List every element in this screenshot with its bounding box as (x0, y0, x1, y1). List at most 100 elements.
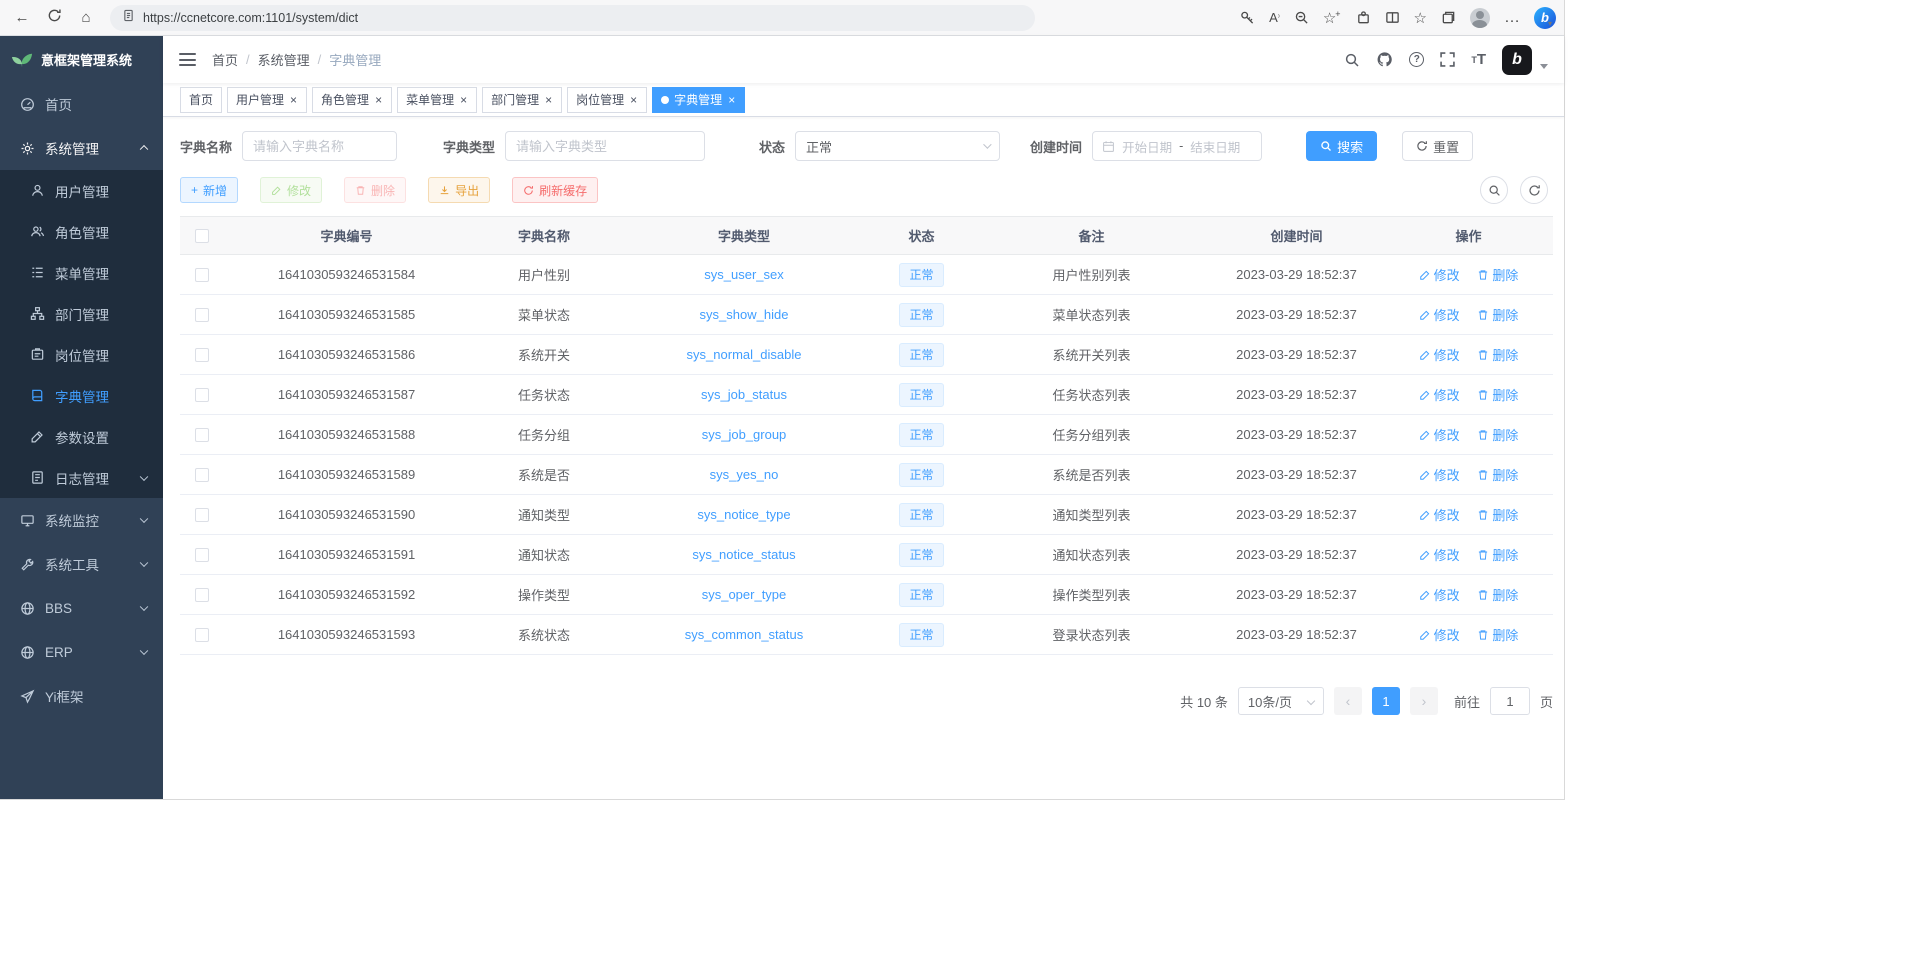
sidebar-item-system[interactable]: 系统管理 (0, 126, 163, 170)
close-icon[interactable]: × (629, 94, 638, 106)
help-icon[interactable]: ? (1409, 52, 1424, 67)
dict-type-input[interactable] (505, 131, 705, 161)
close-icon[interactable]: × (727, 94, 736, 106)
tab[interactable]: 角色管理 × (312, 87, 392, 113)
row-edit-button[interactable]: 修改 (1419, 465, 1460, 484)
date-range-picker[interactable]: 开始日期 - 结束日期 (1092, 131, 1262, 161)
refresh-cache-button[interactable]: 刷新缓存 (512, 177, 598, 203)
sidebar-item-bbs[interactable]: BBS (0, 586, 163, 630)
sidebar-item-post[interactable]: 岗位管理 (0, 334, 163, 375)
tab[interactable]: 首页 (180, 87, 222, 113)
row-checkbox[interactable] (195, 508, 209, 522)
dict-type-link[interactable]: sys_job_group (702, 427, 787, 442)
row-checkbox[interactable] (195, 308, 209, 322)
collections-icon[interactable] (1441, 10, 1456, 25)
dict-type-link[interactable]: sys_yes_no (710, 467, 779, 482)
row-delete-button[interactable]: 删除 (1477, 505, 1518, 524)
page-1-button[interactable]: 1 (1372, 687, 1400, 715)
github-icon[interactable] (1376, 51, 1393, 68)
row-edit-button[interactable]: 修改 (1419, 625, 1460, 644)
row-delete-button[interactable]: 删除 (1477, 585, 1518, 604)
row-checkbox[interactable] (195, 268, 209, 282)
sidebar-item-param[interactable]: 参数设置 (0, 416, 163, 457)
row-edit-button[interactable]: 修改 (1419, 345, 1460, 364)
favorites-icon[interactable]: ☆ (1414, 9, 1427, 27)
row-checkbox[interactable] (195, 548, 209, 562)
read-aloud-icon[interactable]: A⁾ (1269, 10, 1280, 25)
sidebar-item-log[interactable]: 日志管理 (0, 457, 163, 498)
sidebar-item-home[interactable]: 首页 (0, 82, 163, 126)
row-delete-button[interactable]: 删除 (1477, 345, 1518, 364)
zoom-out-icon[interactable] (1294, 10, 1309, 25)
tab[interactable]: 岗位管理 × (567, 87, 647, 113)
dict-type-link[interactable]: sys_notice_status (692, 547, 795, 562)
fullscreen-icon[interactable] (1440, 52, 1455, 67)
row-checkbox[interactable] (195, 428, 209, 442)
back-button[interactable]: ← (8, 5, 36, 31)
sidebar-item-dict[interactable]: 字典管理 (0, 375, 163, 416)
app-logo[interactable]: 意框架管理系统 (0, 36, 163, 82)
toggle-search-button[interactable] (1480, 176, 1508, 204)
next-page-button[interactable]: › (1410, 687, 1438, 715)
row-edit-button[interactable]: 修改 (1419, 545, 1460, 564)
hamburger-icon[interactable] (179, 53, 196, 66)
page-size-select[interactable]: 10条/页 (1238, 687, 1324, 715)
row-delete-button[interactable]: 删除 (1477, 385, 1518, 404)
close-icon[interactable]: × (374, 94, 383, 106)
dict-type-link[interactable]: sys_show_hide (700, 307, 789, 322)
refresh-table-button[interactable] (1520, 176, 1548, 204)
split-screen-icon[interactable] (1385, 10, 1400, 25)
row-checkbox[interactable] (195, 628, 209, 642)
profile-avatar[interactable] (1470, 8, 1490, 28)
row-edit-button[interactable]: 修改 (1419, 585, 1460, 604)
caret-down-icon[interactable] (1540, 64, 1548, 69)
dict-name-input[interactable] (242, 131, 397, 161)
select-all-checkbox[interactable] (195, 229, 209, 243)
dict-type-link[interactable]: sys_oper_type (702, 587, 787, 602)
row-checkbox[interactable] (195, 388, 209, 402)
reset-button[interactable]: 重置 (1402, 131, 1473, 161)
tab[interactable]: 部门管理 × (482, 87, 562, 113)
favorites-add-icon[interactable]: ☆+ (1323, 9, 1342, 27)
sidebar-item-user[interactable]: 用户管理 (0, 170, 163, 211)
sidebar-item-tools[interactable]: 系统工具 (0, 542, 163, 586)
sidebar-item-role[interactable]: 角色管理 (0, 211, 163, 252)
prev-page-button[interactable]: ‹ (1334, 687, 1362, 715)
row-checkbox[interactable] (195, 468, 209, 482)
sidebar-item-monitor[interactable]: 系统监控 (0, 498, 163, 542)
delete-button[interactable]: 删除 (344, 177, 406, 203)
sidebar-item-menu[interactable]: 菜单管理 (0, 252, 163, 293)
bing-copilot-icon[interactable]: b▾ (1534, 7, 1552, 29)
user-avatar[interactable]: b (1502, 45, 1532, 75)
close-icon[interactable]: × (459, 94, 468, 106)
breadcrumb-system[interactable]: 系统管理 (258, 50, 310, 69)
search-button[interactable]: 搜索 (1306, 131, 1377, 161)
row-edit-button[interactable]: 修改 (1419, 305, 1460, 324)
add-button[interactable]: + 新增 (180, 177, 238, 203)
dict-type-link[interactable]: sys_job_status (701, 387, 787, 402)
home-button[interactable]: ⌂ (72, 5, 100, 31)
dict-type-link[interactable]: sys_notice_type (697, 507, 790, 522)
tab[interactable]: 字典管理 × (652, 87, 745, 113)
close-icon[interactable]: × (289, 94, 298, 106)
row-checkbox[interactable] (195, 588, 209, 602)
row-delete-button[interactable]: 删除 (1477, 265, 1518, 284)
row-edit-button[interactable]: 修改 (1419, 505, 1460, 524)
refresh-button[interactable] (40, 5, 68, 31)
row-edit-button[interactable]: 修改 (1419, 425, 1460, 444)
status-select[interactable]: 正常 (795, 131, 1000, 161)
row-delete-button[interactable]: 删除 (1477, 305, 1518, 324)
dict-type-link[interactable]: sys_user_sex (704, 267, 783, 282)
row-checkbox[interactable] (195, 348, 209, 362)
settings-more-icon[interactable]: … (1504, 9, 1520, 27)
dict-type-link[interactable]: sys_normal_disable (687, 347, 802, 362)
row-delete-button[interactable]: 删除 (1477, 625, 1518, 644)
row-edit-button[interactable]: 修改 (1419, 385, 1460, 404)
sidebar-item-erp[interactable]: ERP (0, 630, 163, 674)
sidebar-item-dept[interactable]: 部门管理 (0, 293, 163, 334)
address-bar[interactable]: https://ccnetcore.com:1101/system/dict (110, 5, 1035, 31)
dict-type-link[interactable]: sys_common_status (685, 627, 804, 642)
search-icon[interactable] (1344, 52, 1360, 68)
tab[interactable]: 菜单管理 × (397, 87, 477, 113)
font-size-icon[interactable]: TT (1471, 51, 1486, 68)
